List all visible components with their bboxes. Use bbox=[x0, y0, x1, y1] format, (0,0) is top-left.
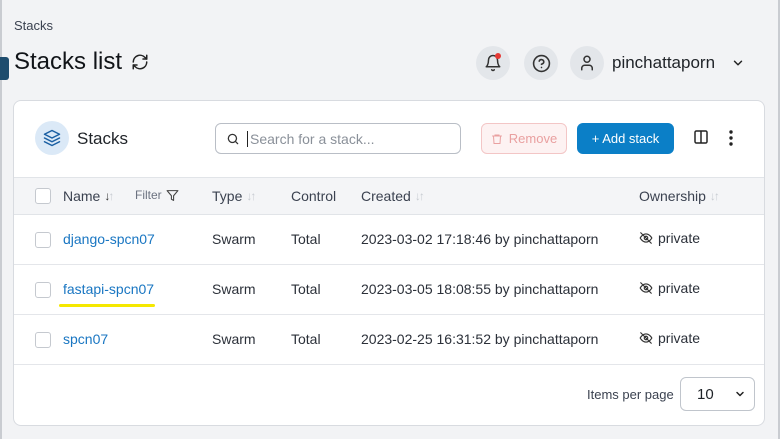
sort-icon[interactable]: ↓↑ bbox=[710, 189, 720, 203]
notification-dot bbox=[495, 53, 501, 59]
stack-ownership: private bbox=[639, 330, 700, 346]
page-title: Stacks list bbox=[14, 48, 123, 75]
more-vertical-icon[interactable] bbox=[724, 129, 738, 147]
stack-control: Total bbox=[291, 281, 321, 297]
refresh-icon[interactable] bbox=[130, 52, 150, 72]
column-created-label: Created bbox=[361, 188, 411, 204]
column-control-label: Control bbox=[291, 188, 337, 204]
stack-name-link[interactable]: fastapi-spcn07 bbox=[63, 281, 154, 297]
stack-ownership: private bbox=[639, 280, 700, 296]
filter-button[interactable]: Filter bbox=[135, 188, 179, 202]
sort-icon[interactable]: ↓↑ bbox=[415, 189, 425, 203]
columns-icon[interactable] bbox=[693, 129, 711, 147]
search-box[interactable] bbox=[215, 123, 461, 154]
stack-name-link[interactable]: django-spcn07 bbox=[63, 231, 155, 247]
highlight-underline bbox=[59, 304, 155, 307]
stack-created: 2023-03-05 18:08:55 by pinchattaporn bbox=[361, 281, 599, 297]
ownership-label: private bbox=[658, 230, 701, 246]
sort-desc-icon[interactable]: ↓↑ bbox=[104, 189, 114, 203]
breadcrumb[interactable]: Stacks bbox=[14, 18, 53, 33]
table-row: spcn07 Swarm Total 2023-02-25 16:31:52 b… bbox=[14, 315, 764, 365]
eye-off-icon bbox=[639, 232, 653, 244]
stack-created: 2023-02-25 16:31:52 by pinchattaporn bbox=[361, 331, 599, 347]
stack-ownership: private bbox=[639, 230, 700, 246]
user-icon bbox=[581, 55, 593, 71]
column-name-label: Name bbox=[63, 188, 101, 204]
column-type[interactable]: Type ↓↑ bbox=[212, 188, 256, 204]
sidebar-toggle[interactable] bbox=[0, 57, 9, 80]
table-row: fastapi-spcn07 Swarm Total 2023-03-05 18… bbox=[14, 265, 764, 315]
ownership-label: private bbox=[658, 280, 701, 296]
stack-type: Swarm bbox=[212, 281, 256, 297]
remove-label: Remove bbox=[508, 131, 558, 146]
items-per-page-value: 10 bbox=[697, 385, 714, 403]
table-header: Name ↓↑ Filter Type ↓↑ Control Created ↓… bbox=[14, 177, 764, 215]
column-type-label: Type bbox=[212, 188, 243, 204]
filter-icon bbox=[166, 189, 179, 201]
row-checkbox[interactable] bbox=[35, 282, 51, 298]
help-circle-icon bbox=[532, 54, 550, 72]
items-per-page-label: Items per page bbox=[587, 387, 674, 402]
help-button[interactable] bbox=[524, 46, 558, 80]
username[interactable]: pinchattaporn bbox=[612, 53, 715, 73]
select-all-checkbox[interactable] bbox=[35, 188, 51, 204]
eye-off-icon bbox=[639, 332, 653, 344]
stack-control: Total bbox=[291, 331, 321, 347]
trash-icon bbox=[491, 134, 502, 144]
column-control: Control bbox=[291, 188, 336, 204]
search-input[interactable] bbox=[247, 130, 447, 147]
filter-label: Filter bbox=[135, 188, 162, 202]
row-checkbox[interactable] bbox=[35, 232, 51, 248]
header-actions: pinchattaporn bbox=[476, 46, 745, 80]
remove-button[interactable]: Remove bbox=[481, 123, 567, 154]
user-menu-button[interactable] bbox=[570, 46, 604, 80]
chevron-down-icon bbox=[736, 391, 744, 397]
sort-icon[interactable]: ↓↑ bbox=[246, 189, 256, 203]
column-created[interactable]: Created ↓↑ bbox=[361, 188, 425, 204]
column-ownership[interactable]: Ownership ↓↑ bbox=[639, 188, 720, 204]
eye-off-icon bbox=[639, 282, 653, 294]
search-icon bbox=[227, 133, 239, 144]
ownership-label: private bbox=[658, 330, 701, 346]
column-name[interactable]: Name ↓↑ bbox=[63, 188, 114, 204]
stack-name-link[interactable]: spcn07 bbox=[63, 331, 108, 347]
column-ownership-label: Ownership bbox=[639, 188, 706, 204]
stack-type: Swarm bbox=[212, 231, 256, 247]
stack-control: Total bbox=[291, 231, 321, 247]
row-checkbox[interactable] bbox=[35, 332, 51, 348]
panel-title: Stacks bbox=[77, 129, 129, 148]
stacks-panel: Stacks Remove + Add stack Name ↓↑ Filter bbox=[13, 100, 765, 426]
stack-created: 2023-03-02 17:18:46 by pinchattaporn bbox=[361, 231, 599, 247]
chevron-down-icon[interactable] bbox=[731, 56, 745, 70]
notifications-button[interactable] bbox=[476, 46, 510, 80]
stacks-icon bbox=[35, 121, 69, 155]
panel-header: Stacks Remove + Add stack bbox=[14, 101, 764, 177]
table-footer: Items per page 10 bbox=[14, 373, 764, 425]
page-title-row: Stacks list bbox=[14, 48, 150, 76]
add-stack-label: + Add stack bbox=[591, 131, 660, 146]
stack-type: Swarm bbox=[212, 331, 256, 347]
add-stack-button[interactable]: + Add stack bbox=[577, 123, 674, 154]
table-row: django-spcn07 Swarm Total 2023-03-02 17:… bbox=[14, 215, 764, 265]
items-per-page-select[interactable]: 10 bbox=[680, 377, 755, 411]
